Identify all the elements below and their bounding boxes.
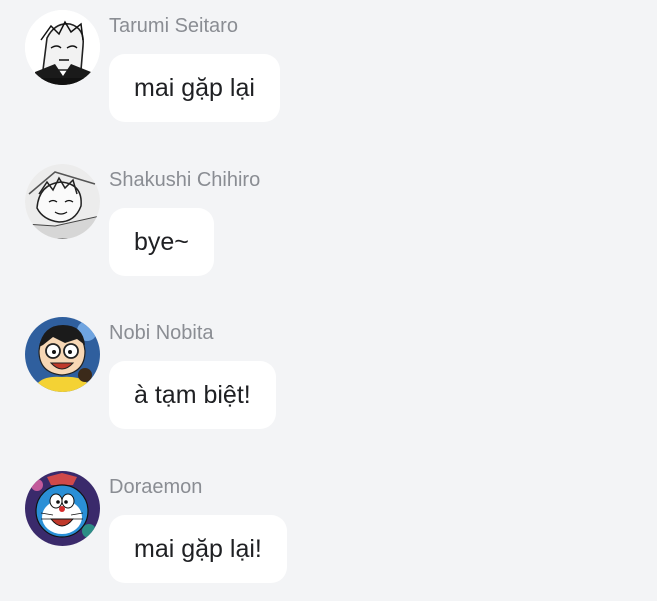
chat-message: Shakushi Chihiro bye~ — [0, 154, 657, 294]
sender-name: Tarumi Seitaro — [109, 15, 238, 37]
manga-sketch-avatar-icon[interactable] — [25, 10, 100, 85]
sender-name: Shakushi Chihiro — [109, 169, 261, 191]
message-bubble[interactable]: mai gặp lại — [109, 54, 280, 122]
doraemon-avatar-icon[interactable] — [25, 471, 100, 546]
chat-message: Tarumi Seitaro mai gặp lại — [0, 0, 657, 140]
message-bubble[interactable]: mai gặp lại! — [109, 515, 287, 583]
nobita-avatar-icon[interactable] — [25, 317, 100, 392]
chat-message: Nobi Nobita à tạm biệt! — [0, 307, 657, 447]
chat-message-list: Tarumi Seitaro mai gặp lại Shakushi Chih… — [0, 0, 657, 600]
manga-sketch-avatar-icon[interactable] — [25, 164, 100, 239]
sender-name: Doraemon — [109, 476, 203, 498]
sender-name: Nobi Nobita — [109, 322, 214, 344]
message-bubble[interactable]: à tạm biệt! — [109, 361, 276, 429]
chat-message: Doraemon mai gặp lại! — [0, 461, 657, 601]
message-bubble[interactable]: bye~ — [109, 208, 214, 276]
